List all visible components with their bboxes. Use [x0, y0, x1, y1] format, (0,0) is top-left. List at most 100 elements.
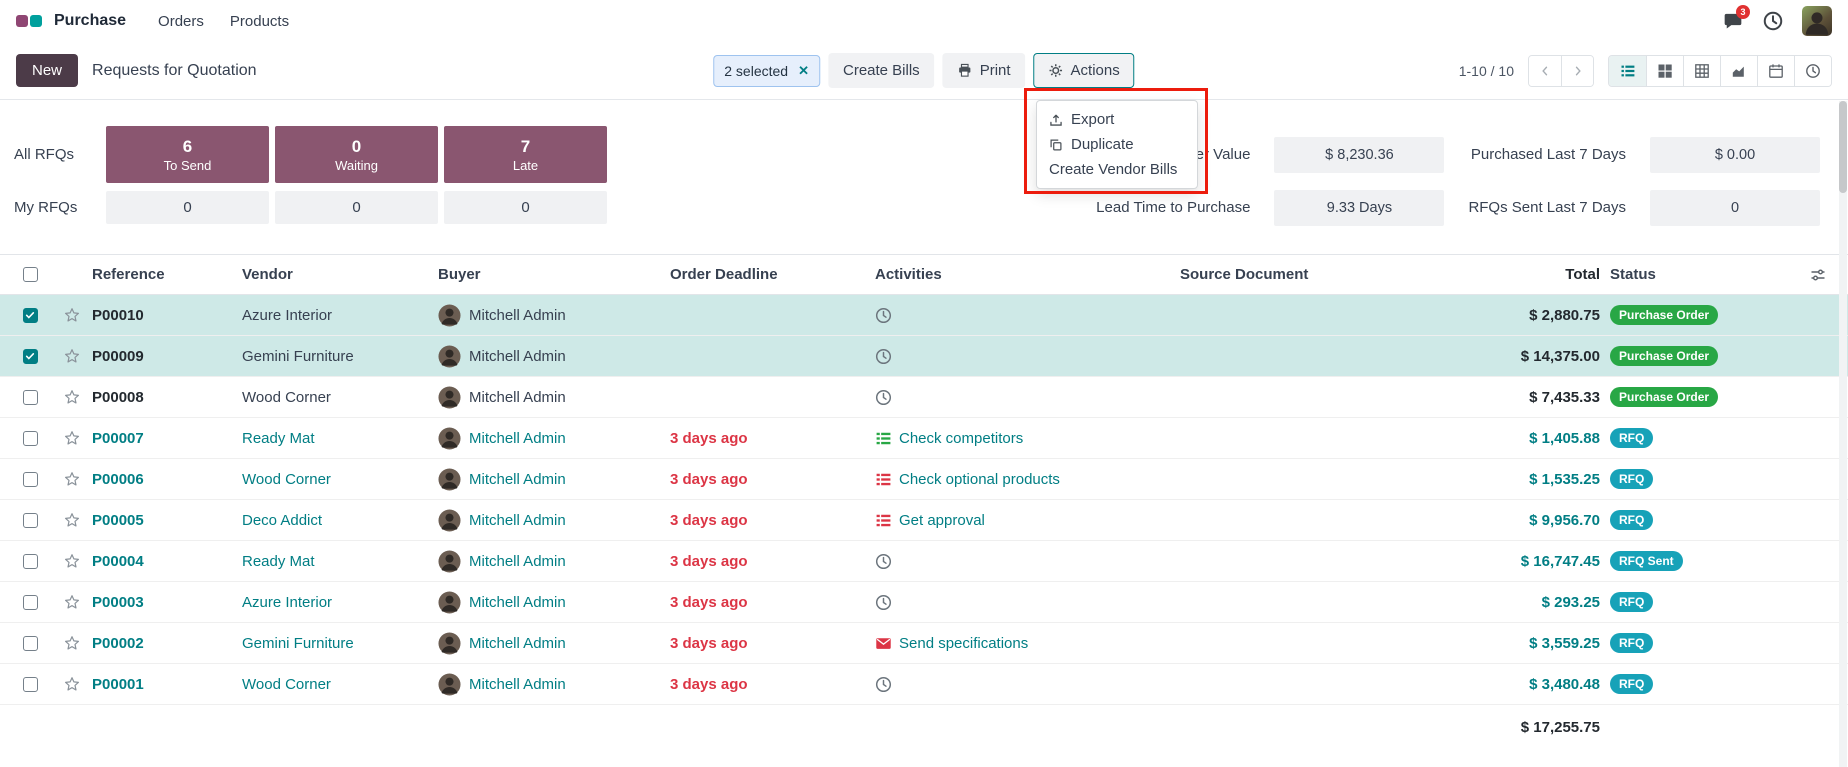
table-row[interactable]: P00006Wood CornerMitchell Admin3 days ag…	[0, 459, 1848, 500]
table-row[interactable]: P00001Wood CornerMitchell Admin3 days ag…	[0, 664, 1848, 705]
vendor-cell[interactable]: Wood Corner	[242, 676, 438, 693]
table-row[interactable]: P00005Deco AddictMitchell Admin3 days ag…	[0, 500, 1848, 541]
reference-cell[interactable]: P00005	[92, 512, 242, 529]
activity-cell[interactable]	[875, 389, 1180, 406]
rfq-counter-to-send[interactable]: 6To Send	[106, 126, 269, 183]
row-favorite[interactable]	[52, 429, 92, 447]
row-select-cell[interactable]	[8, 308, 52, 323]
view-activity-button[interactable]	[1794, 56, 1831, 86]
reference-cell[interactable]: P00008	[92, 389, 242, 406]
vendor-cell[interactable]: Deco Addict	[242, 512, 438, 529]
buyer-cell[interactable]: Mitchell Admin	[438, 386, 670, 409]
row-favorite[interactable]	[52, 593, 92, 611]
scrollbar-thumb[interactable]	[1839, 101, 1847, 193]
reference-cell[interactable]: P00003	[92, 594, 242, 611]
row-select-cell[interactable]	[8, 349, 52, 364]
activity-cell[interactable]: Check competitors	[875, 430, 1180, 447]
reference-cell[interactable]: P00004	[92, 553, 242, 570]
my-rfq-counter-0[interactable]: 0	[106, 191, 269, 224]
row-select-cell[interactable]	[8, 431, 52, 446]
view-graph-button[interactable]	[1720, 56, 1757, 86]
buyer-cell[interactable]: Mitchell Admin	[438, 632, 670, 655]
clear-selection-icon[interactable]: ✕	[798, 64, 809, 77]
app-name[interactable]: Purchase	[54, 12, 126, 30]
vendor-cell[interactable]: Azure Interior	[242, 307, 438, 324]
row-favorite[interactable]	[52, 634, 92, 652]
scrollbar-track[interactable]	[1839, 101, 1847, 767]
buyer-cell[interactable]: Mitchell Admin	[438, 550, 670, 573]
row-checkbox[interactable]	[23, 472, 38, 487]
row-select-cell[interactable]	[8, 390, 52, 405]
create-bills-button[interactable]: Create Bills	[828, 53, 935, 88]
table-row[interactable]: P00009Gemini FurnitureMitchell Admin$ 14…	[0, 336, 1848, 377]
row-select-cell[interactable]	[8, 513, 52, 528]
row-select-cell[interactable]	[8, 472, 52, 487]
row-favorite[interactable]	[52, 675, 92, 693]
row-checkbox[interactable]	[23, 431, 38, 446]
odoo-logo-icon[interactable]	[16, 15, 42, 27]
pager-previous-button[interactable]	[1529, 56, 1561, 86]
messages-icon[interactable]: 3	[1722, 10, 1744, 32]
buyer-cell[interactable]: Mitchell Admin	[438, 427, 670, 450]
buyer-cell[interactable]: Mitchell Admin	[438, 509, 670, 532]
print-button[interactable]: Print	[943, 53, 1026, 88]
rfq-counter-waiting[interactable]: 0Waiting	[275, 126, 438, 183]
header-total[interactable]: Total	[1505, 266, 1600, 283]
row-checkbox[interactable]	[23, 677, 38, 692]
vendor-cell[interactable]: Gemini Furniture	[242, 348, 438, 365]
new-button[interactable]: New	[16, 54, 78, 87]
row-checkbox[interactable]	[23, 595, 38, 610]
row-select-cell[interactable]	[8, 677, 52, 692]
activity-cell[interactable]	[875, 594, 1180, 611]
row-checkbox[interactable]	[23, 390, 38, 405]
row-favorite[interactable]	[52, 470, 92, 488]
activity-cell[interactable]	[875, 553, 1180, 570]
vendor-cell[interactable]: Gemini Furniture	[242, 635, 438, 652]
row-favorite[interactable]	[52, 347, 92, 365]
actions-button[interactable]: Actions	[1034, 53, 1135, 88]
activity-cell[interactable]	[875, 307, 1180, 324]
menu-orders[interactable]: Orders	[158, 13, 204, 30]
vendor-cell[interactable]: Azure Interior	[242, 594, 438, 611]
activity-cell[interactable]: Send specifications	[875, 635, 1180, 652]
table-row[interactable]: P00004Ready MatMitchell Admin3 days ago$…	[0, 541, 1848, 582]
header-buyer[interactable]: Buyer	[438, 266, 670, 283]
menu-item-export[interactable]: Export	[1037, 107, 1197, 132]
header-activities[interactable]: Activities	[875, 266, 1180, 283]
row-favorite[interactable]	[52, 306, 92, 324]
menu-item-duplicate[interactable]: Duplicate	[1037, 132, 1197, 157]
activity-clock-icon[interactable]	[1762, 10, 1784, 32]
user-avatar[interactable]	[1802, 6, 1832, 36]
buyer-cell[interactable]: Mitchell Admin	[438, 304, 670, 327]
view-list-button[interactable]	[1609, 56, 1646, 86]
header-source-document[interactable]: Source Document	[1180, 266, 1505, 283]
row-select-cell[interactable]	[8, 554, 52, 569]
activity-cell[interactable]: Get approval	[875, 512, 1180, 529]
row-checkbox[interactable]	[23, 554, 38, 569]
row-favorite[interactable]	[52, 552, 92, 570]
select-all-checkbox[interactable]	[23, 267, 38, 282]
header-status[interactable]: Status	[1600, 266, 1796, 283]
vendor-cell[interactable]: Ready Mat	[242, 553, 438, 570]
table-row[interactable]: P00002Gemini FurnitureMitchell Admin3 da…	[0, 623, 1848, 664]
reference-cell[interactable]: P00002	[92, 635, 242, 652]
view-kanban-button[interactable]	[1646, 56, 1683, 86]
vendor-cell[interactable]: Wood Corner	[242, 389, 438, 406]
reference-cell[interactable]: P00007	[92, 430, 242, 447]
row-select-cell[interactable]	[8, 595, 52, 610]
header-vendor[interactable]: Vendor	[242, 266, 438, 283]
menu-products[interactable]: Products	[230, 13, 289, 30]
reference-cell[interactable]: P00006	[92, 471, 242, 488]
buyer-cell[interactable]: Mitchell Admin	[438, 673, 670, 696]
buyer-cell[interactable]: Mitchell Admin	[438, 591, 670, 614]
buyer-cell[interactable]: Mitchell Admin	[438, 468, 670, 491]
row-checkbox[interactable]	[23, 349, 38, 364]
row-checkbox[interactable]	[23, 308, 38, 323]
reference-cell[interactable]: P00010	[92, 307, 242, 324]
header-reference[interactable]: Reference	[92, 266, 242, 283]
optional-columns-icon[interactable]	[1796, 267, 1840, 283]
activity-cell[interactable]: Check optional products	[875, 471, 1180, 488]
view-pivot-button[interactable]	[1683, 56, 1720, 86]
row-favorite[interactable]	[52, 511, 92, 529]
my-rfq-counter-2[interactable]: 0	[444, 191, 607, 224]
